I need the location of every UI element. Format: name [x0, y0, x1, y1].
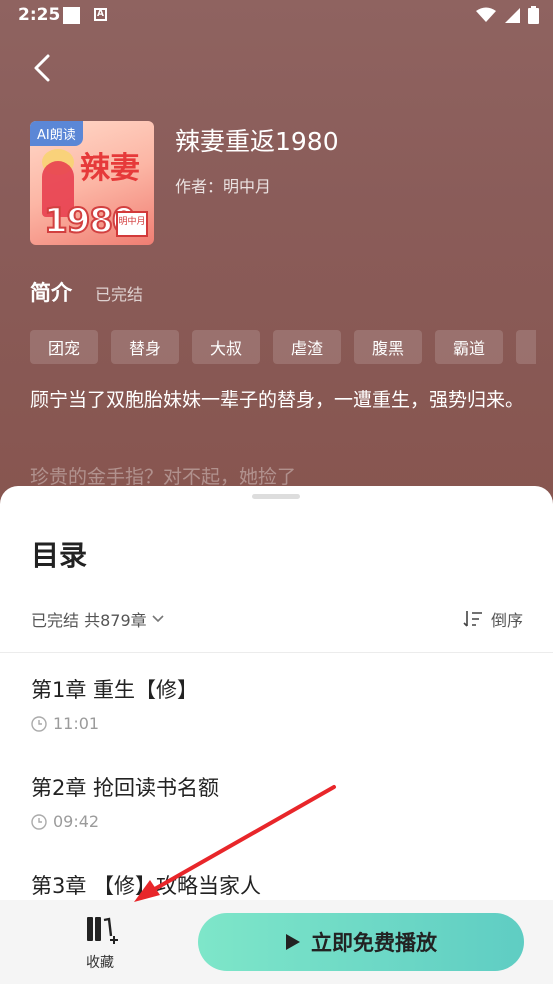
chapter-item[interactable]: 第1章 重生【修】 11:01 [31, 674, 198, 733]
back-button[interactable] [24, 48, 64, 88]
status-icons [476, 6, 539, 24]
cover-title-text: 辣妻 [80, 151, 140, 186]
book-description-faded: 珍贵的金手指？对不起，她捡了 [30, 466, 297, 488]
battery-icon [528, 6, 539, 24]
sort-icon [463, 611, 482, 627]
sheet-drag-handle[interactable] [252, 494, 300, 499]
chevron-left-icon [34, 54, 50, 82]
notification-square-icon [63, 7, 80, 24]
intro-heading: 简介 [30, 281, 72, 305]
tag-chip[interactable]: 团宠 [30, 330, 98, 364]
chapter-duration: 11:01 [31, 714, 198, 733]
wifi-icon [476, 7, 496, 22]
chapter-item[interactable]: 第3章 【修】攻略当家人 [31, 870, 261, 900]
clock-icon [31, 715, 47, 732]
chapter-time: 09:42 [53, 812, 100, 831]
tag-chip[interactable]: 腹黑 [354, 330, 422, 364]
book-author[interactable]: 作者：明中月 [175, 173, 271, 197]
favorite-button[interactable]: 收藏 [75, 914, 125, 972]
a-notification-icon: A [94, 8, 107, 21]
chapter-title: 第3章 【修】攻略当家人 [31, 874, 262, 898]
tag-chip-overflow[interactable] [516, 330, 536, 364]
clock-icon [31, 813, 47, 830]
book-cover[interactable]: 辣妻 1980 明中月 AI朗读 [30, 121, 154, 245]
book-title: 辣妻重返1980 [175, 127, 339, 156]
chapter-title: 第1章 重生【修】 [31, 678, 199, 702]
sort-label: 倒序 [490, 611, 523, 630]
sort-toggle-button[interactable]: 倒序 [463, 607, 523, 631]
tag-chip[interactable]: 虐渣 [273, 330, 341, 364]
status-time: 2:25 [18, 5, 61, 25]
chevron-down-icon [152, 615, 164, 623]
tag-chip[interactable]: 替身 [111, 330, 179, 364]
toc-heading: 目录 [31, 539, 88, 572]
chapter-duration: 09:42 [31, 812, 219, 831]
tag-chip[interactable]: 大叔 [192, 330, 260, 364]
book-description: 顾宁当了双胞胎妹妹一辈子的替身，一遭重生，强势归来。 [30, 389, 525, 411]
chapter-title: 第2章 抢回读书名额 [31, 776, 220, 800]
chapter-time: 11:01 [53, 714, 100, 733]
ai-read-badge: AI朗读 [30, 121, 83, 146]
divider [0, 652, 553, 653]
book-header [0, 0, 553, 520]
play-free-button[interactable]: 立即免费播放 [198, 913, 524, 971]
play-icon [286, 934, 300, 950]
bottom-action-bar: 收藏 立即免费播放 [0, 900, 553, 984]
toc-summary-dropdown[interactable]: 已完结 共879章 [31, 607, 165, 631]
bookshelf-add-icon [87, 917, 118, 944]
tag-chip[interactable]: 霸道 [435, 330, 503, 364]
play-free-label: 立即免费播放 [311, 931, 437, 955]
favorite-label: 收藏 [86, 955, 114, 971]
tag-list: 团宠 替身 大叔 虐渣 腹黑 霸道 [30, 330, 536, 364]
status-bar: 2:25 A [0, 0, 553, 32]
cover-author-seal: 明中月 [116, 211, 148, 237]
completion-status: 已完结 [95, 285, 144, 304]
chapter-item[interactable]: 第2章 抢回读书名额 09:42 [31, 772, 219, 831]
signal-icon [505, 8, 520, 23]
toc-summary-text: 已完结 共879章 [31, 611, 147, 630]
